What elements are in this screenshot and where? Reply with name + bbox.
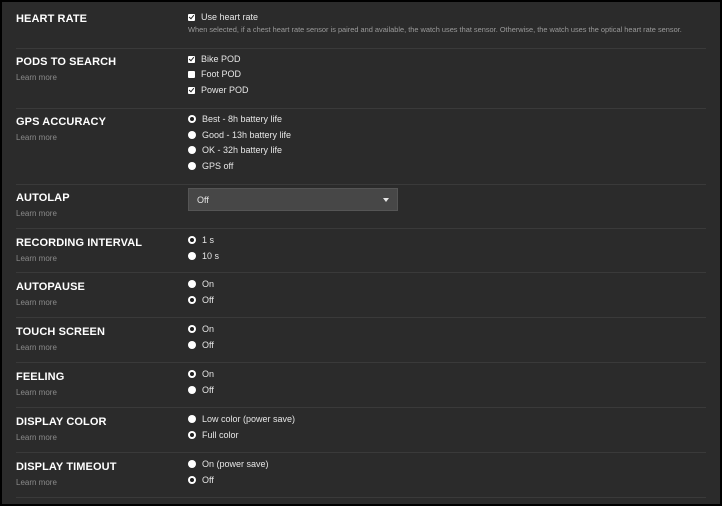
gps-best-radio[interactable]: Best - 8h battery life — [188, 112, 282, 126]
learn-more-link[interactable]: Learn more — [16, 298, 57, 307]
option-label: Best - 8h battery life — [202, 114, 283, 124]
section-autopause: AUTOPAUSE Learn more On Off — [16, 272, 706, 318]
option-label: OK - 32h battery life — [202, 145, 283, 155]
radio-icon — [188, 431, 196, 439]
use-heart-rate-checkbox[interactable]: Use heart rate — [188, 10, 258, 24]
section-title: FEELING — [16, 371, 65, 383]
checkbox-icon — [188, 70, 195, 78]
settings-panel: HEART RATE Use heart rate When selected,… — [2, 2, 720, 504]
option-label: Full color — [202, 430, 239, 440]
section-title: RECORDING INTERVAL — [16, 237, 143, 249]
learn-more-link[interactable]: Learn more — [16, 73, 57, 82]
section-pods-to-search: PODS TO SEARCH Learn more Bike POD Foot … — [16, 48, 706, 109]
section-heart-rate: HEART RATE Use heart rate When selected,… — [16, 2, 706, 49]
option-label: Bike POD — [201, 54, 241, 64]
option-label: On — [202, 324, 215, 334]
option-label: On — [202, 279, 215, 289]
section-title: HEART RATE — [16, 13, 88, 25]
radio-icon — [188, 341, 196, 349]
feeling-on-radio[interactable]: On — [188, 367, 214, 381]
section-gps-accuracy: GPS ACCURACY Learn more Best - 8h batter… — [16, 108, 706, 185]
option-label: Off — [202, 475, 214, 485]
option-label: Off — [202, 295, 214, 305]
section-title: DISPLAY COLOR — [16, 416, 107, 428]
radio-icon — [188, 131, 196, 139]
section-feeling: FEELING Learn more On Off — [16, 362, 706, 408]
section-title: GPS ACCURACY — [16, 116, 107, 128]
option-label: Use heart rate — [201, 12, 259, 22]
section-touch-screen: TOUCH SCREEN Learn more On Off — [16, 317, 706, 363]
autopause-off-radio[interactable]: Off — [188, 293, 214, 307]
learn-more-link[interactable]: Learn more — [16, 209, 57, 218]
checkbox-icon — [188, 13, 195, 21]
foot-pod-checkbox[interactable]: Foot POD — [188, 67, 241, 81]
learn-more-link[interactable]: Learn more — [16, 388, 57, 397]
option-label: Off — [202, 340, 214, 350]
section-title: DISPLAY TIMEOUT — [16, 461, 117, 473]
radio-icon — [188, 476, 196, 484]
chevron-down-icon — [383, 198, 389, 202]
section-display-timeout: DISPLAY TIMEOUT Learn more On (power sav… — [16, 452, 706, 498]
display-color-full-radio[interactable]: Full color — [188, 428, 239, 442]
radio-icon — [188, 236, 196, 244]
bike-pod-checkbox[interactable]: Bike POD — [188, 52, 241, 66]
learn-more-link[interactable]: Learn more — [16, 254, 57, 263]
radio-icon — [188, 252, 196, 260]
option-label: Power POD — [201, 85, 249, 95]
radio-icon — [188, 146, 196, 154]
section-display-color: DISPLAY COLOR Learn more Low color (powe… — [16, 407, 706, 453]
section-title: AUTOPAUSE — [16, 281, 85, 293]
power-pod-checkbox[interactable]: Power POD — [188, 83, 249, 97]
autolap-select[interactable]: Off — [188, 188, 398, 211]
option-label: 1 s — [202, 235, 215, 245]
section-autolap: AUTOLAP Learn more Off — [16, 184, 706, 229]
display-timeout-on-radio[interactable]: On (power save) — [188, 457, 269, 471]
radio-icon — [188, 460, 196, 468]
gps-off-radio[interactable]: GPS off — [188, 159, 233, 173]
option-label: Foot POD — [201, 69, 242, 79]
section-title: TOUCH SCREEN — [16, 326, 106, 338]
radio-icon — [188, 280, 196, 288]
radio-icon — [188, 325, 196, 333]
option-label: 10 s — [202, 251, 220, 261]
learn-more-link[interactable]: Learn more — [16, 133, 57, 142]
option-label: Low color (power save) — [202, 414, 296, 424]
checkbox-icon — [188, 55, 195, 63]
option-label: Off — [202, 385, 214, 395]
gps-good-radio[interactable]: Good - 13h battery life — [188, 128, 291, 142]
radio-icon — [188, 386, 196, 394]
option-label: Good - 13h battery life — [202, 130, 292, 140]
section-title: PODS TO SEARCH — [16, 56, 117, 68]
section-recording-interval: RECORDING INTERVAL Learn more 1 s 10 s — [16, 228, 706, 273]
radio-icon — [188, 296, 196, 304]
interval-10s-radio[interactable]: 10 s — [188, 249, 219, 263]
heart-rate-description: When selected, if a chest heart rate sen… — [188, 25, 682, 34]
display-timeout-off-radio[interactable]: Off — [188, 473, 214, 487]
learn-more-link[interactable]: Learn more — [16, 343, 57, 352]
option-label: On — [202, 369, 215, 379]
radio-icon — [188, 115, 196, 123]
radio-icon — [188, 162, 196, 170]
feeling-off-radio[interactable]: Off — [188, 383, 214, 397]
option-label: On (power save) — [202, 459, 269, 469]
option-label: GPS off — [202, 161, 234, 171]
touch-screen-off-radio[interactable]: Off — [188, 338, 214, 352]
select-value: Off — [197, 194, 209, 205]
display-color-low-radio[interactable]: Low color (power save) — [188, 412, 295, 426]
radio-icon — [188, 415, 196, 423]
checkbox-icon — [188, 86, 195, 94]
learn-more-link[interactable]: Learn more — [16, 433, 57, 442]
autopause-on-radio[interactable]: On — [188, 277, 214, 291]
section-title: AUTOLAP — [16, 192, 70, 204]
touch-screen-on-radio[interactable]: On — [188, 322, 214, 336]
learn-more-link[interactable]: Learn more — [16, 478, 57, 487]
radio-icon — [188, 370, 196, 378]
gps-ok-radio[interactable]: OK - 32h battery life — [188, 143, 282, 157]
interval-1s-radio[interactable]: 1 s — [188, 233, 214, 247]
